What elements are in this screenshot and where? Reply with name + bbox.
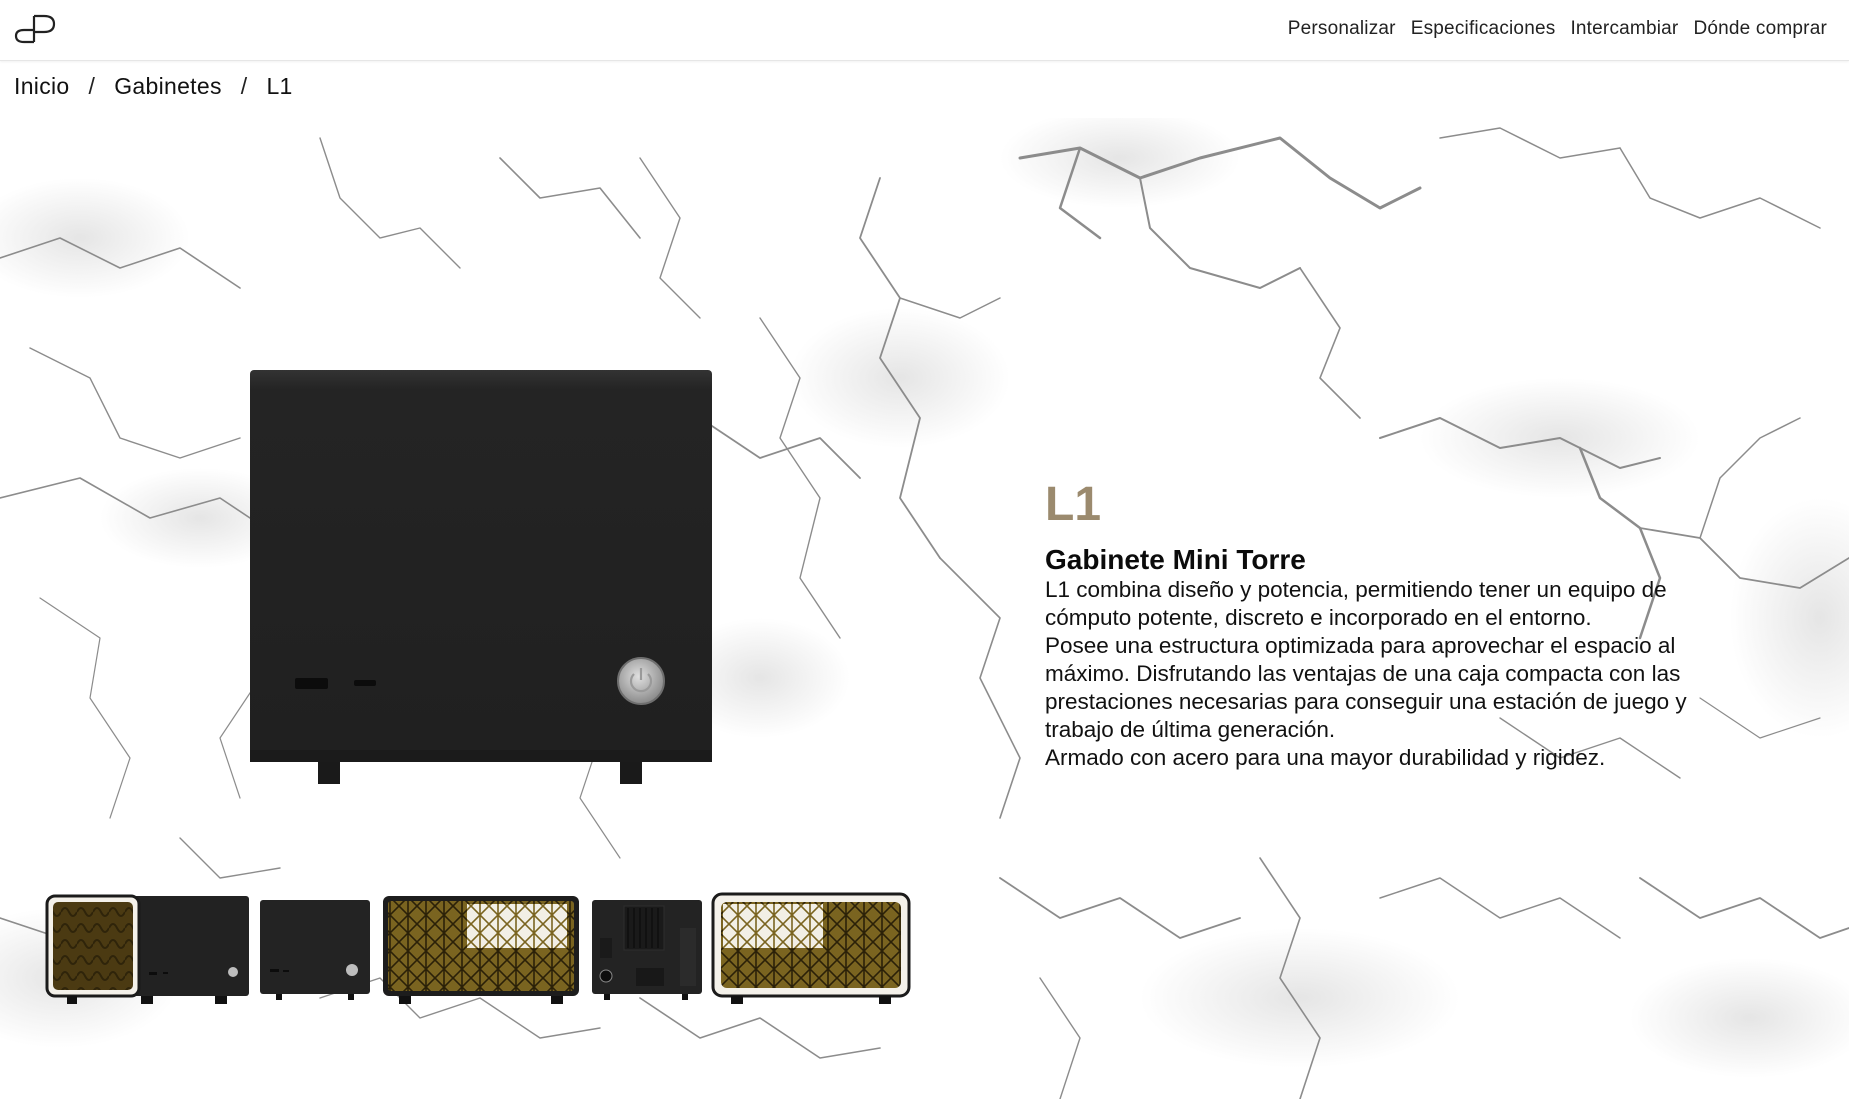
breadcrumb-inicio[interactable]: Inicio xyxy=(14,73,70,100)
product-info-panel: L1 Gabinete Mini Torre L1 combina diseño… xyxy=(1045,476,1705,772)
description-paragraph: Armado con acero para una mayor durabili… xyxy=(1045,745,1606,770)
thumbnail-gold-lattice[interactable] xyxy=(381,888,581,1006)
product-description: L1 combina diseño y potencia, permitiend… xyxy=(1045,576,1705,772)
main-nav: Personalizar Especificaciones Intercambi… xyxy=(1288,18,1827,40)
breadcrumb-separator: / xyxy=(88,73,96,99)
product-main-image xyxy=(250,370,712,784)
description-paragraph: L1 combina diseño y potencia, permitiend… xyxy=(1045,577,1667,630)
breadcrumb: Inicio / Gabinetes / L1 xyxy=(14,73,293,100)
breadcrumb-gabinetes[interactable]: Gabinetes xyxy=(114,73,222,100)
thumbnail-gold-side-panel[interactable] xyxy=(45,888,251,1006)
thumbnail-strip xyxy=(45,888,911,1028)
product-subtitle: Gabinete Mini Torre xyxy=(1045,544,1306,575)
top-navigation-bar: Personalizar Especificaciones Intercambi… xyxy=(0,0,1849,61)
product-name: L1 xyxy=(1045,478,1102,531)
thumbnail-black-rear[interactable] xyxy=(590,888,706,1006)
breadcrumb-separator: / xyxy=(240,73,248,99)
breadcrumb-current: L1 xyxy=(266,73,293,99)
nav-personalizar[interactable]: Personalizar xyxy=(1288,18,1396,40)
thumbnail-black-front[interactable] xyxy=(258,888,374,1006)
dp-logo-icon[interactable] xyxy=(14,12,60,48)
description-paragraph: Posee una estructura optimizada para apr… xyxy=(1045,633,1687,742)
nav-donde-comprar[interactable]: Dónde comprar xyxy=(1693,18,1827,40)
thumbnail-gold-lattice-panel[interactable] xyxy=(711,888,911,1006)
nav-especificaciones[interactable]: Especificaciones xyxy=(1411,18,1556,40)
nav-intercambiar[interactable]: Intercambiar xyxy=(1570,18,1678,40)
